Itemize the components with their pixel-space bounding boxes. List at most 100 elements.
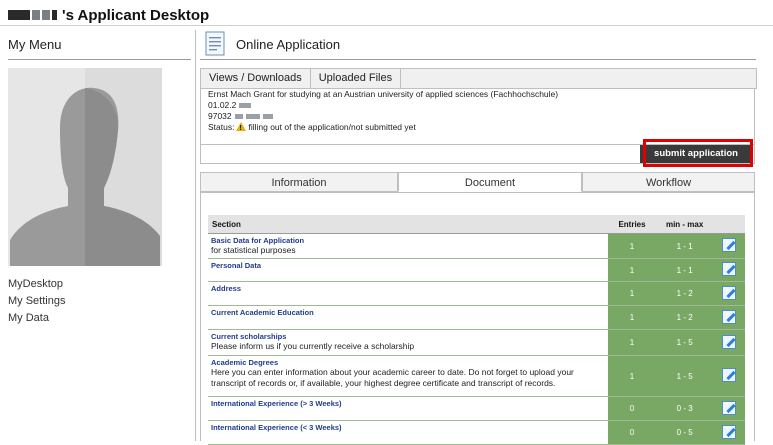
section-cell: Address [208, 281, 609, 306]
entries-cell: 0 [608, 396, 656, 421]
tab-document[interactable]: Document [398, 172, 582, 192]
edit-cell [713, 355, 745, 397]
edit-pencil-icon[interactable] [722, 368, 737, 382]
main-divider [200, 59, 756, 60]
section-title-link[interactable]: Current scholarships [211, 332, 605, 341]
section-title-link[interactable]: International Experience (> 3 Weeks) [211, 399, 605, 408]
status-row: Status:! filling out of the application/n… [208, 122, 754, 133]
redacted-text [262, 114, 273, 120]
section-cell: Current scholarships Please inform us if … [208, 329, 609, 356]
status-value: filling out of the application/not submi… [248, 122, 416, 132]
redacted-text [245, 114, 260, 120]
entries-cell: 1 [608, 258, 656, 282]
redacted-name [8, 10, 30, 20]
section-title-link[interactable]: International Experience (< 3 Weeks) [211, 423, 605, 432]
table-row: Academic Degrees Here you can enter infor… [208, 355, 745, 397]
tab-information[interactable]: Information [200, 172, 398, 192]
entries-cell: 1 [608, 355, 656, 397]
redacted-name [32, 10, 40, 20]
submit-highlight-box [643, 139, 753, 167]
section-title-link[interactable]: Personal Data [211, 261, 605, 270]
minmax-cell: 0 - 3 [655, 396, 714, 421]
minmax-cell: 1 - 5 [655, 355, 714, 397]
main-title: Online Application [236, 37, 341, 52]
section-cell: Current Academic Education [208, 305, 609, 330]
table-row: Current Academic Education 1 1 - 2 [208, 305, 745, 330]
edit-pencil-icon[interactable] [722, 424, 737, 439]
application-number: 97032 [208, 111, 232, 121]
avatar [8, 68, 162, 266]
edit-cell [713, 258, 745, 282]
minmax-cell: 1 - 2 [655, 305, 714, 330]
entries-cell: 1 [608, 281, 656, 306]
edit-pencil-icon[interactable] [722, 262, 737, 276]
edit-cell [713, 396, 745, 421]
entries-cell: 1 [608, 329, 656, 356]
tab-uploaded-files[interactable]: Uploaded Files [311, 69, 402, 88]
section-title-link[interactable]: Academic Degrees [211, 358, 605, 367]
section-title-link[interactable]: Current Academic Education [211, 308, 605, 317]
page-title: 's Applicant Desktop [62, 6, 210, 24]
column-header-edit [713, 215, 745, 234]
section-cell: Basic Data for Application for statistica… [208, 233, 609, 259]
section-description: Please inform us if you currently receiv… [211, 341, 415, 351]
application-date-row: 01.02.2 [208, 100, 754, 111]
section-title-link[interactable]: Address [211, 284, 605, 293]
application-number-row: 97032 [208, 111, 754, 122]
views-tabbar: Views / Downloads Uploaded Files [200, 68, 757, 89]
table-row: International Experience (> 3 Weeks) 0 0 -… [208, 396, 745, 421]
section-title-link[interactable]: Basic Data for Application [211, 236, 605, 245]
menu-link-mydata[interactable]: My Data [8, 310, 65, 327]
edit-pencil-icon[interactable] [722, 400, 737, 415]
section-description: for statistical purposes [211, 245, 296, 255]
minmax-cell: 1 - 2 [655, 281, 714, 306]
column-header-minmax: min - max [655, 215, 714, 234]
entries-cell: 1 [608, 305, 656, 330]
column-divider [195, 30, 196, 441]
column-header-entries: Entries [608, 215, 656, 234]
tab-views-downloads[interactable]: Views / Downloads [201, 69, 311, 88]
section-tabbar: Information Document Workflow [200, 172, 755, 193]
table-row: Address 1 1 - 2 [208, 281, 745, 306]
table-row: Current scholarships Please inform us if … [208, 329, 745, 356]
table-row: Basic Data for Application for statistica… [208, 233, 745, 259]
avatar-silhouette-icon [8, 68, 162, 266]
document-icon [205, 31, 225, 56]
edit-cell [713, 329, 745, 356]
edit-cell [713, 305, 745, 330]
column-header-section: Section [208, 215, 609, 234]
edit-pencil-icon[interactable] [722, 285, 737, 300]
table-row: Personal Data 1 1 - 1 [208, 258, 745, 282]
menu-link-settings[interactable]: My Settings [8, 293, 65, 310]
redacted-text [239, 103, 252, 109]
edit-cell [713, 281, 745, 306]
menu-links: MyDesktop My Settings My Data [8, 276, 65, 327]
minmax-cell: 1 - 5 [655, 329, 714, 356]
status-label: Status: [208, 122, 235, 132]
redacted-text [234, 114, 243, 120]
tab-workflow[interactable]: Workflow [582, 172, 755, 192]
entries-cell: 1 [608, 233, 656, 259]
redacted-name [52, 10, 57, 20]
menu-title: My Menu [8, 37, 62, 52]
sections-table: Section Entries min - max Basic Data for… [208, 215, 745, 445]
edit-pencil-icon[interactable] [722, 334, 737, 349]
menu-link-mydesktop[interactable]: MyDesktop [8, 276, 65, 293]
program-name: Ernst Mach Grant for studying at an Aust… [208, 89, 559, 99]
edit-cell [713, 233, 745, 259]
section-description: Here you can enter information about you… [211, 367, 574, 388]
edit-pencil-icon[interactable] [722, 309, 737, 324]
menu-divider [8, 59, 191, 60]
application-info: Ernst Mach Grant for studying at an Aust… [200, 88, 755, 144]
section-cell: Academic Degrees Here you can enter infor… [208, 355, 609, 397]
application-date: 01.02.2 [208, 100, 237, 110]
section-cell: International Experience (> 3 Weeks) [208, 396, 609, 421]
section-cell: Personal Data [208, 258, 609, 282]
page-header: 's Applicant Desktop [8, 5, 209, 25]
warning-icon: ! [236, 122, 247, 132]
header-divider [0, 25, 773, 26]
redacted-name [42, 10, 50, 20]
edit-pencil-icon[interactable] [722, 238, 737, 252]
minmax-cell: 1 - 1 [655, 233, 714, 259]
minmax-cell: 1 - 1 [655, 258, 714, 282]
